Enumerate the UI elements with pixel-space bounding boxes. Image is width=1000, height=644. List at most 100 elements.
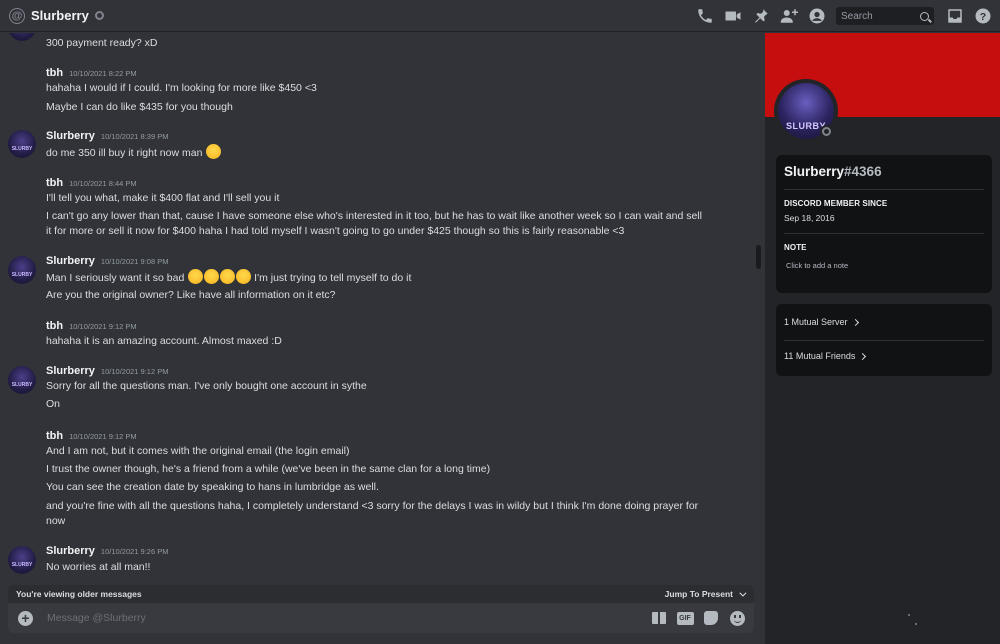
- add-friend-icon[interactable]: [778, 5, 800, 27]
- message-header: Slurberry 10/10/2021 9:12 PM: [46, 365, 168, 377]
- at-icon: @: [9, 7, 25, 24]
- scrollbar-thumb[interactable]: [756, 245, 761, 269]
- message-header: tbh 10/10/2021 9:12 PM: [46, 430, 137, 442]
- timestamp: 10/10/2021 8:22 PM: [69, 69, 137, 78]
- crying-emoji-icon: [219, 269, 235, 284]
- chevron-down-icon: [739, 589, 747, 597]
- svg-text:?: ?: [980, 11, 986, 23]
- search-placeholder: Search: [841, 10, 873, 22]
- avatar[interactable]: SLURBY: [8, 33, 36, 41]
- jump-to-present-button[interactable]: Jump To Present: [665, 589, 747, 599]
- crying-emoji-icon: [235, 269, 251, 284]
- message-input[interactable]: [47, 612, 642, 624]
- author-name[interactable]: Slurberry: [46, 365, 95, 377]
- divider: [784, 340, 984, 341]
- timestamp: 10/10/2021 9:26 PM: [100, 547, 169, 556]
- divider: [784, 189, 984, 190]
- message-header: tbh 10/10/2021 9:12 PM: [46, 320, 137, 332]
- mutual-servers-button[interactable]: 1 Mutual Server: [784, 317, 859, 327]
- author-name[interactable]: Slurberry: [46, 130, 95, 142]
- message-text: No worries at all man!!: [46, 561, 151, 573]
- author-name[interactable]: Slurberry: [46, 545, 95, 557]
- message-composer: + GIF: [8, 603, 754, 633]
- message-text: hahaha I would if I could. I'm looking f…: [46, 82, 317, 94]
- note-input[interactable]: Click to add a note: [786, 261, 848, 270]
- message-text: now: [46, 515, 66, 527]
- profile-toggle-icon[interactable]: [806, 5, 828, 27]
- laughing-emoji-icon: [203, 269, 219, 284]
- message-text: I'll tell you what, make it $400 flat an…: [46, 192, 280, 204]
- mutual-friends-button[interactable]: 11 Mutual Friends: [784, 351, 867, 361]
- offline-status-icon: [820, 125, 833, 138]
- message-text: and you're fine with all the questions h…: [46, 500, 699, 512]
- decoration-dot: [915, 623, 917, 625]
- video-icon[interactable]: [722, 5, 744, 27]
- top-bar: @ Slurberry Search ?: [0, 0, 1000, 32]
- member-since-title: DISCORD MEMBER SINCE: [784, 199, 888, 208]
- older-messages-text: You're viewing older messages: [16, 589, 142, 599]
- search-icon: [920, 11, 929, 21]
- avatar[interactable]: SLURBY: [8, 256, 36, 284]
- chevron-right-icon: [859, 352, 867, 360]
- gift-button[interactable]: [650, 609, 668, 627]
- author-name[interactable]: Slurberry: [46, 255, 95, 267]
- author-name[interactable]: tbh: [46, 320, 63, 332]
- sticker-button[interactable]: [702, 609, 720, 627]
- message-text: it for more or sell it now for $400 haha…: [46, 225, 625, 237]
- offline-status-icon: [94, 11, 104, 20]
- message-text: I can't go any lower than that, cause I …: [46, 210, 702, 222]
- add-attachment-icon[interactable]: +: [18, 610, 33, 626]
- timestamp: 10/10/2021 8:44 PM: [69, 179, 137, 188]
- help-icon[interactable]: ?: [972, 5, 994, 27]
- message-text: Maybe I can do like $435 for you though: [46, 101, 233, 113]
- message-header: tbh 10/10/2021 8:44 PM: [46, 177, 137, 189]
- gift-icon: [652, 612, 666, 624]
- chevron-right-icon: [851, 318, 859, 326]
- message-text: On: [46, 398, 61, 410]
- divider: [784, 233, 984, 234]
- sticker-icon: [704, 611, 718, 625]
- profile-username[interactable]: Slurberry#4366: [784, 164, 882, 179]
- older-messages-bar: You're viewing older messages Jump To Pr…: [8, 585, 754, 603]
- message-header: Slurberry 10/10/2021 8:39 PM: [46, 130, 168, 142]
- avatar[interactable]: SLURBY: [8, 130, 36, 158]
- message-text: hahaha it is an amazing account. Almost …: [46, 335, 282, 347]
- pin-icon[interactable]: [750, 5, 772, 27]
- message-header: Slurberry 10/10/2021 9:08 PM: [46, 255, 168, 267]
- message-text: You can see the creation date by speakin…: [46, 481, 379, 493]
- message-text: Are you the original owner? Like have al…: [46, 289, 336, 301]
- search-input[interactable]: Search: [836, 7, 934, 25]
- mutuals-card: 1 Mutual Server 11 Mutual Friends: [776, 304, 992, 376]
- avatar[interactable]: SLURBY: [8, 366, 36, 394]
- timestamp: 10/10/2021 9:12 PM: [69, 322, 137, 331]
- message-header: tbh 10/10/2021 8:22 PM: [46, 67, 137, 79]
- author-name[interactable]: tbh: [46, 67, 63, 79]
- emoji-icon: [729, 610, 745, 626]
- timestamp: 10/10/2021 9:12 PM: [69, 432, 137, 441]
- message-header: Slurberry 10/10/2021 9:26 PM: [46, 545, 168, 557]
- timestamp: 10/10/2021 9:12 PM: [100, 367, 169, 376]
- gif-button[interactable]: GIF: [676, 609, 694, 627]
- message-text: 300 payment ready? xD: [46, 37, 158, 49]
- message-text: Man I seriously want it so bad I'm just …: [46, 269, 726, 286]
- emoji-button[interactable]: [728, 609, 746, 627]
- message-text: I trust the owner though, he's a friend …: [46, 463, 491, 475]
- message-text: do me 350 ill buy it right now man: [46, 144, 726, 161]
- member-since-date: Sep 18, 2016: [784, 213, 835, 223]
- timestamp: 10/10/2021 8:39 PM: [100, 132, 169, 141]
- message-text: And I am not, but it comes with the orig…: [46, 445, 350, 457]
- decoration-dot: [908, 614, 910, 616]
- gif-icon: GIF: [676, 611, 694, 625]
- avatar[interactable]: SLURBY: [8, 546, 36, 574]
- grinning-emoji-icon: [205, 144, 221, 159]
- profile-card: Slurberry#4366 DISCORD MEMBER SINCE Sep …: [776, 155, 992, 293]
- profile-panel: SLURBY Slurberry#4366 DISCORD MEMBER SIN…: [765, 33, 1000, 644]
- author-name[interactable]: tbh: [46, 430, 63, 442]
- message-list[interactable]: SLURBY 300 payment ready? xD tbh 10/10/2…: [0, 33, 757, 585]
- phone-call-icon[interactable]: [694, 5, 716, 27]
- author-name[interactable]: tbh: [46, 177, 63, 189]
- inbox-icon[interactable]: [944, 5, 966, 27]
- timestamp: 10/10/2021 9:08 PM: [100, 257, 169, 266]
- note-title: NOTE: [784, 243, 807, 252]
- chat-area: SLURBY 300 payment ready? xD tbh 10/10/2…: [0, 33, 765, 644]
